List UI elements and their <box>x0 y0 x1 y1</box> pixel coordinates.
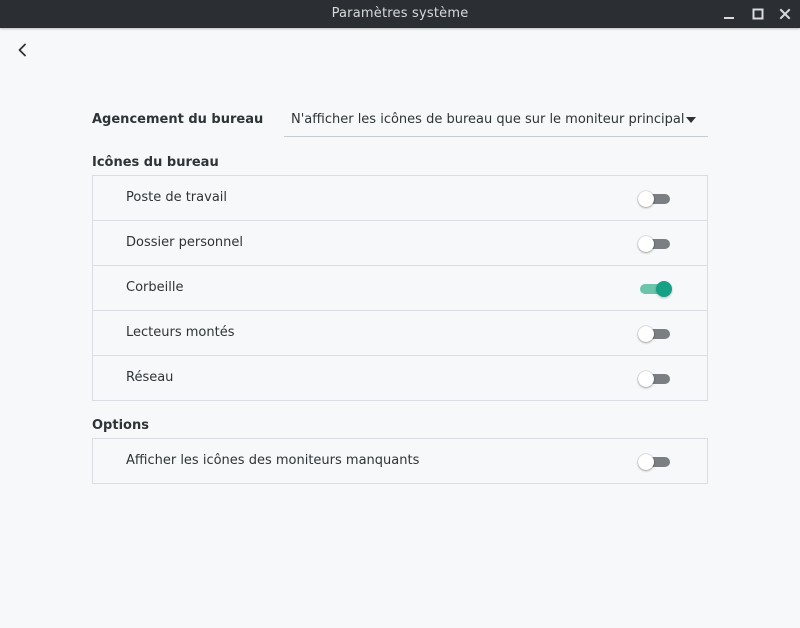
back-button[interactable] <box>10 39 34 61</box>
maximize-icon <box>752 8 764 20</box>
options-section-title: Options <box>92 418 149 433</box>
minimize-button[interactable] <box>719 4 739 24</box>
list-item-label: Poste de travail <box>126 190 228 205</box>
options-list: Afficher les icônes des moniteurs manqua… <box>92 438 708 484</box>
list-item-missing-monitors: Afficher les icônes des moniteurs manqua… <box>93 439 707 483</box>
triangle-down-icon <box>686 117 696 123</box>
list-item-lecteurs-montes: Lecteurs montés <box>93 311 707 356</box>
list-item-label: Afficher les icônes des moniteurs manqua… <box>126 453 420 468</box>
desktop-icons-list: Poste de travail Dossier personnel Corbe… <box>92 175 708 401</box>
list-item-reseau: Réseau <box>93 356 707 400</box>
close-icon <box>779 8 791 20</box>
minimize-icon <box>724 17 734 19</box>
settings-window: Paramètres système Agencement du bureau … <box>0 0 800 628</box>
list-item-label: Réseau <box>126 370 174 385</box>
missing-monitors-switch[interactable] <box>638 454 672 470</box>
chevron-left-icon <box>18 43 26 57</box>
list-item-corbeille: Corbeille <box>93 266 707 311</box>
list-item-label: Corbeille <box>126 280 184 295</box>
list-item-label: Lecteurs montés <box>126 325 235 340</box>
maximize-button[interactable] <box>748 4 768 24</box>
desktop-layout-dropdown[interactable]: N'afficher les icônes de bureau que sur … <box>284 104 708 137</box>
titlebar[interactable]: Paramètres système <box>0 0 800 28</box>
window-title: Paramètres système <box>331 6 469 21</box>
corbeille-switch[interactable] <box>638 281 672 297</box>
poste-de-travail-switch[interactable] <box>638 191 672 207</box>
desktop-layout-label: Agencement du bureau <box>92 112 264 127</box>
desktop-icons-section-title: Icônes du bureau <box>92 155 219 170</box>
lecteurs-montes-switch[interactable] <box>638 326 672 342</box>
close-button[interactable] <box>775 4 795 24</box>
list-item-poste-de-travail: Poste de travail <box>93 176 707 221</box>
desktop-layout-row: Agencement du bureau N'afficher les icôn… <box>92 104 708 137</box>
desktop-layout-selected: N'afficher les icônes de bureau que sur … <box>291 112 685 127</box>
list-item-dossier-personnel: Dossier personnel <box>93 221 707 266</box>
reseau-switch[interactable] <box>638 371 672 387</box>
dossier-personnel-switch[interactable] <box>638 236 672 252</box>
list-item-label: Dossier personnel <box>126 235 244 250</box>
